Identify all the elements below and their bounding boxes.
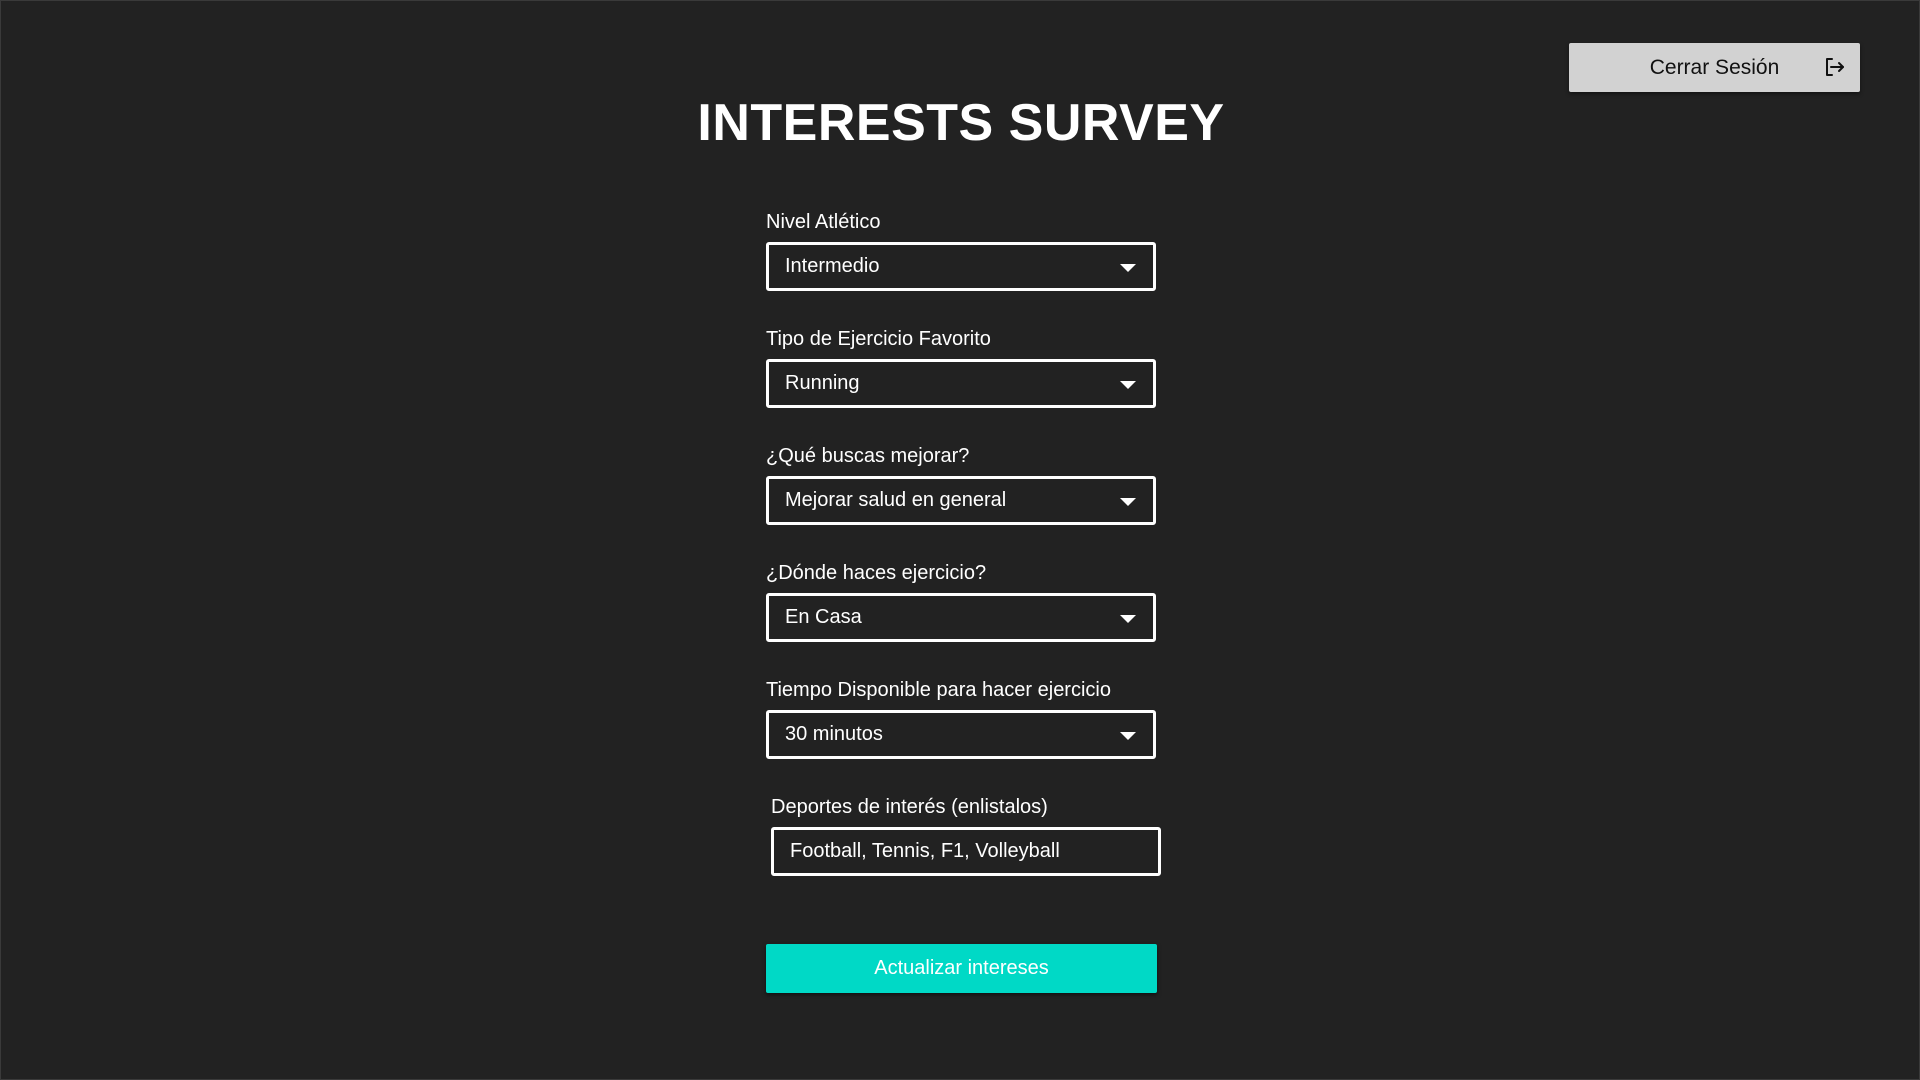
improvement-goal-value: Mejorar salud en general xyxy=(785,489,1007,511)
available-time-select[interactable]: 30 minutos xyxy=(766,710,1156,759)
logout-icon xyxy=(1826,58,1844,76)
logout-button[interactable]: Cerrar Sesión xyxy=(1569,43,1860,92)
page-title: INTERESTS SURVEY xyxy=(697,94,1225,152)
caret-down-icon xyxy=(1120,498,1136,506)
update-interests-button[interactable]: Actualizar intereses xyxy=(766,944,1157,993)
improvement-goal-select[interactable]: Mejorar salud en general xyxy=(766,476,1156,525)
athletic-level-label: Nivel Atlético xyxy=(766,211,881,233)
favorite-exercise-select[interactable]: Running xyxy=(766,359,1156,408)
caret-down-icon xyxy=(1120,264,1136,272)
survey-page: Cerrar Sesión INTERESTS SURVEY Nivel Atl… xyxy=(0,0,1920,1080)
update-interests-label: Actualizar intereses xyxy=(874,957,1049,979)
caret-down-icon xyxy=(1120,732,1136,740)
improvement-goal-label: ¿Qué buscas mejorar? xyxy=(766,445,970,467)
available-time-value: 30 minutos xyxy=(785,723,883,745)
sports-input[interactable] xyxy=(771,827,1161,876)
sports-label: Deportes de interés (enlistalos) xyxy=(771,796,1048,818)
available-time-label: Tiempo Disponible para hacer ejercicio xyxy=(766,679,1111,701)
exercise-location-value: En Casa xyxy=(785,606,862,628)
exercise-location-select[interactable]: En Casa xyxy=(766,593,1156,642)
favorite-exercise-value: Running xyxy=(785,372,860,394)
caret-down-icon xyxy=(1120,381,1136,389)
athletic-level-value: Intermedio xyxy=(785,255,880,277)
logout-button-label: Cerrar Sesión xyxy=(1649,55,1780,79)
favorite-exercise-label: Tipo de Ejercicio Favorito xyxy=(766,328,991,350)
exercise-location-label: ¿Dónde haces ejercicio? xyxy=(766,562,987,584)
athletic-level-select[interactable]: Intermedio xyxy=(766,242,1156,291)
caret-down-icon xyxy=(1120,615,1136,623)
